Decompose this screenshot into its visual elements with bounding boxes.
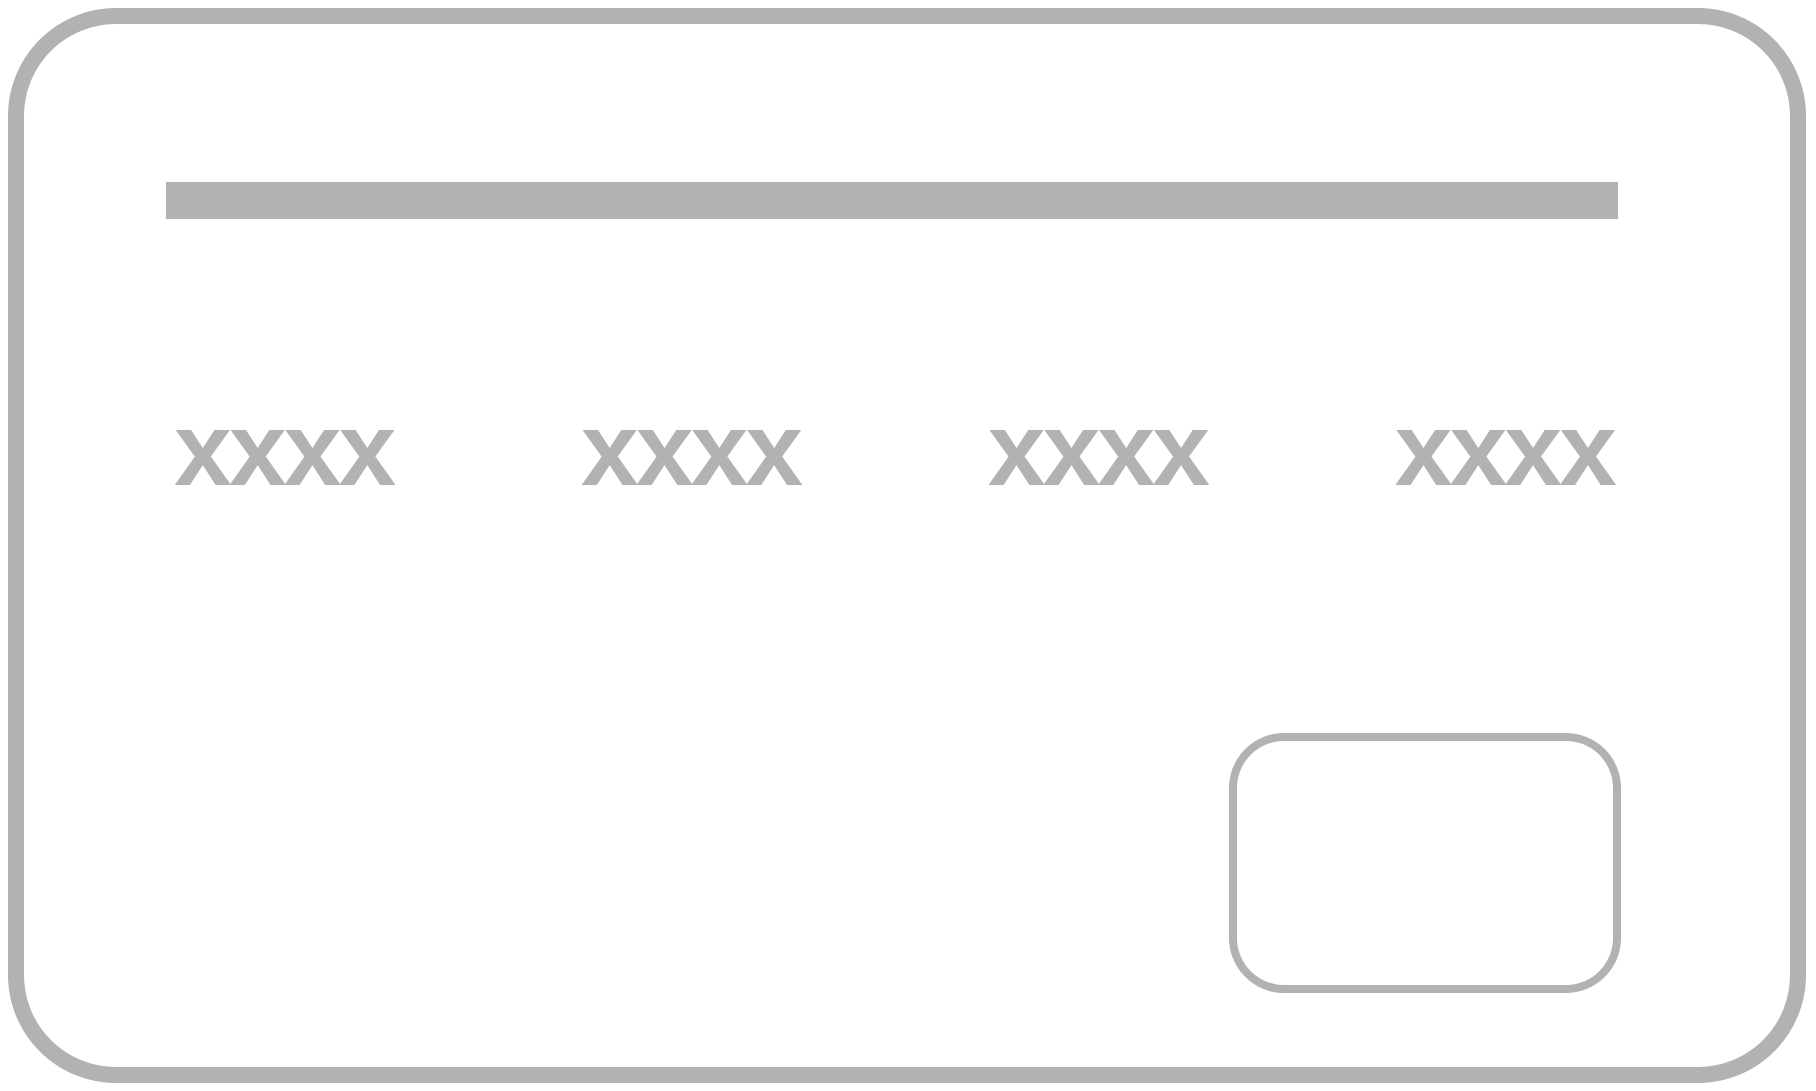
- card-number-group-4: xxxx: [1394, 392, 1617, 508]
- card-number-group-1: xxxx: [174, 392, 396, 508]
- magnetic-stripe: [166, 182, 1618, 219]
- signature-box: [1229, 733, 1621, 993]
- card-number-group-2: xxxx: [580, 392, 803, 508]
- card-number: xxxx xxxx xxxx xxxx: [174, 392, 1617, 508]
- card-number-group-3: xxxx: [987, 392, 1210, 508]
